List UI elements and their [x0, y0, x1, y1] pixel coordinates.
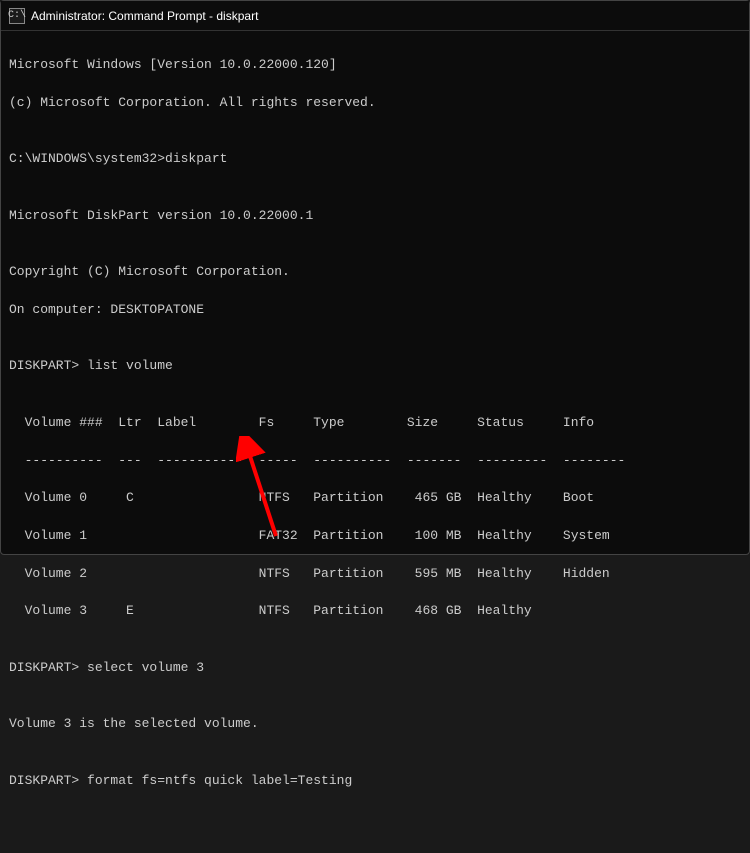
window-title: Administrator: Command Prompt - diskpart	[31, 9, 258, 23]
output-line: Microsoft Windows [Version 10.0.22000.12…	[9, 56, 741, 75]
command-line: C:\WINDOWS\system32>diskpart	[9, 150, 741, 169]
table-row: Volume 2 NTFS Partition 595 MB Healthy H…	[9, 565, 741, 584]
command-line: DISKPART> select volume 3	[9, 659, 741, 678]
output-line: Copyright (C) Microsoft Corporation.	[9, 263, 741, 282]
command-prompt-window: C:\ Administrator: Command Prompt - disk…	[0, 0, 750, 555]
table-row: Volume 3 E NTFS Partition 468 GB Healthy	[9, 602, 741, 621]
command-line: DISKPART> list volume	[9, 357, 741, 376]
output-line: On computer: DESKTOPATONE	[9, 301, 741, 320]
command-line: DISKPART> format fs=ntfs quick label=Tes…	[9, 772, 741, 791]
terminal-output[interactable]: Microsoft Windows [Version 10.0.22000.12…	[1, 31, 749, 853]
output-line: Volume 3 is the selected volume.	[9, 715, 741, 734]
table-header: Volume ### Ltr Label Fs Type Size Status…	[9, 414, 741, 433]
table-row: Volume 0 C NTFS Partition 465 GB Healthy…	[9, 489, 741, 508]
cmd-icon: C:\	[9, 8, 25, 24]
table-divider: ---------- --- ----------- ----- -------…	[9, 452, 741, 471]
output-line: Microsoft DiskPart version 10.0.22000.1	[9, 207, 741, 226]
titlebar[interactable]: C:\ Administrator: Command Prompt - disk…	[1, 1, 749, 31]
output-line: (c) Microsoft Corporation. All rights re…	[9, 94, 741, 113]
table-row: Volume 1 FAT32 Partition 100 MB Healthy …	[9, 527, 741, 546]
